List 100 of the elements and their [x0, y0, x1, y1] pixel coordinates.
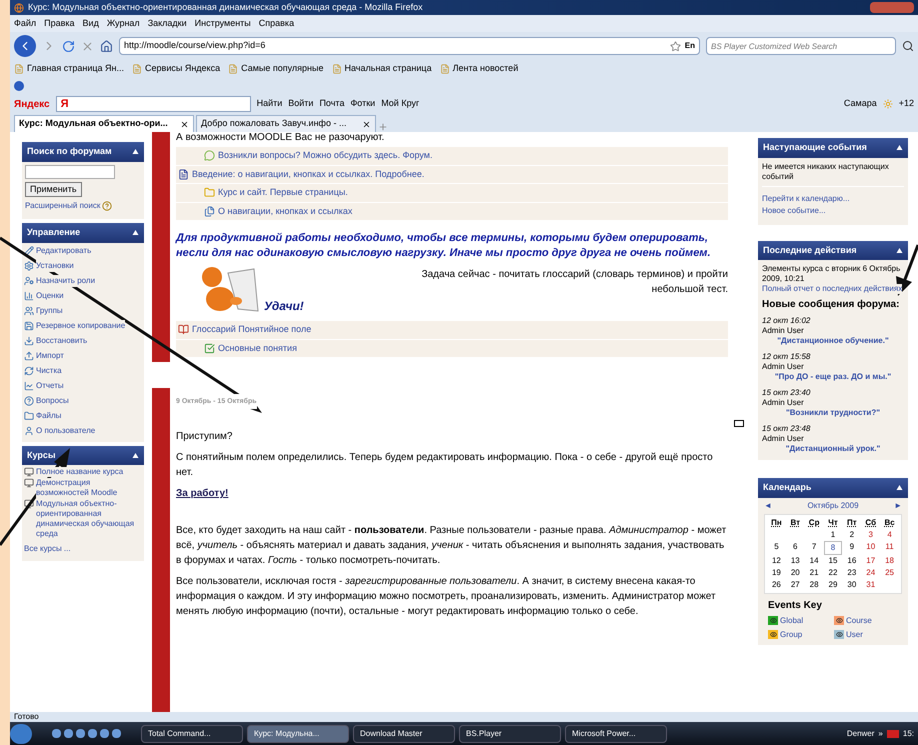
collapse-icon[interactable]	[896, 484, 903, 492]
menu-item[interactable]: Инструменты	[194, 16, 251, 30]
reload-icon[interactable]	[62, 40, 75, 52]
taskbar-button[interactable]: BS.Player	[459, 724, 561, 742]
calendar-day[interactable]: 14	[804, 554, 824, 566]
toolbar-button[interactable]: Фотки	[350, 97, 376, 111]
calendar-day[interactable]: 20	[786, 566, 805, 578]
calendar-day[interactable]: 31	[861, 578, 880, 590]
collapse-icon[interactable]	[132, 229, 139, 236]
activity-link[interactable]: Курс и сайт. Первые страницы.	[218, 186, 348, 200]
admin-link[interactable]: Вопросы	[36, 394, 69, 406]
admin-link[interactable]: Восстановить	[36, 334, 88, 346]
toolbar-button[interactable]: Мой Круг	[381, 97, 420, 111]
bookmark-item[interactable]: Начальная страница	[344, 62, 432, 76]
calendar-day[interactable]: 15	[824, 554, 842, 566]
admin-link[interactable]: Файлы	[36, 410, 62, 422]
search-icon[interactable]	[902, 40, 914, 52]
post-link[interactable]: "Возникли трудности?"	[762, 408, 904, 418]
calendar-day[interactable]: 26	[767, 578, 786, 590]
admin-link[interactable]: Группы	[36, 304, 63, 316]
previous-month-button[interactable]: ◄	[764, 500, 772, 512]
start-work-link[interactable]: За работу!	[176, 486, 228, 501]
calendar-day[interactable]: 10	[861, 540, 880, 554]
toolbar-chevron[interactable]: »	[878, 728, 883, 740]
admin-link[interactable]: О пользователе	[36, 424, 96, 436]
calendar-day[interactable]: 30	[842, 578, 862, 590]
calendar-day[interactable]: 6	[786, 540, 805, 554]
yandex-search-field[interactable]: Я	[56, 96, 251, 112]
calendar-day[interactable]: 29	[824, 578, 842, 590]
bookmark-item[interactable]: Главная страница Ян...	[27, 62, 124, 76]
star-icon[interactable]	[670, 40, 681, 52]
bookmark-item[interactable]: Сервисы Яндекса	[145, 62, 220, 76]
home-icon[interactable]	[100, 40, 113, 52]
activity-link[interactable]: Возникли вопросы? Можно обсудить здесь. Форум.	[218, 149, 432, 162]
calendar-day[interactable]: 28	[804, 578, 824, 590]
toolbar-icon[interactable]	[14, 81, 24, 91]
menu-item[interactable]: Файл	[14, 16, 36, 30]
close-icon[interactable]	[180, 120, 189, 128]
course-link[interactable]: Полное название курса	[36, 467, 124, 477]
search-field[interactable]: BS Player Customized Web Search	[706, 37, 896, 55]
admin-link[interactable]: Чистка	[36, 364, 62, 376]
calendar-day[interactable]: 18	[880, 554, 899, 566]
calendar-day[interactable]: 9	[842, 540, 862, 554]
calendar-day[interactable]: 24	[861, 566, 880, 578]
admin-link[interactable]: Редактировать	[36, 244, 92, 256]
collapse-icon[interactable]	[896, 144, 903, 152]
admin-link[interactable]: Оценки	[36, 290, 64, 302]
collapse-icon[interactable]	[896, 246, 903, 254]
calendar-day[interactable]: 21	[804, 566, 824, 578]
calendar-link[interactable]: Перейти к календарю...	[762, 192, 904, 204]
calendar-day[interactable]: 13	[786, 554, 805, 566]
next-month-button[interactable]: ►	[894, 500, 902, 512]
calendar-day[interactable]: 1	[824, 528, 842, 540]
admin-link[interactable]: Импорт	[36, 350, 64, 362]
calendar-day[interactable]: 22	[824, 566, 842, 578]
help-icon[interactable]	[102, 201, 112, 211]
calendar-day[interactable]: 5	[767, 540, 786, 554]
close-icon[interactable]	[362, 120, 371, 128]
post-link[interactable]: "Дистанционное обучение."	[762, 336, 904, 346]
collapse-icon[interactable]	[132, 148, 139, 156]
post-link[interactable]: "Про ДО - еще раз. ДО и мы."	[762, 372, 904, 382]
activity-link[interactable]: О навигации, кнопках и ссылках	[218, 204, 352, 218]
calendar-day[interactable]: 8	[824, 540, 842, 554]
taskbar-button[interactable]: Download Master	[353, 724, 455, 742]
calendar-day[interactable]: 4	[880, 528, 899, 540]
forum-search-field[interactable]	[25, 164, 115, 178]
calendar-day[interactable]: 2	[842, 528, 862, 540]
window-controls-icon[interactable]	[870, 2, 914, 13]
activity-link[interactable]: Введение: о навигации, кнопках и ссылках. Подробнее.	[192, 168, 424, 181]
taskbar-button[interactable]: Total Command...	[141, 724, 243, 742]
admin-link[interactable]: Резервное копирование	[36, 320, 126, 332]
calendar-day[interactable]: 17	[861, 554, 880, 566]
bookmark-item[interactable]: Лента новостей	[452, 62, 518, 76]
bookmark-item[interactable]: Самые популярные	[241, 62, 324, 76]
calendar-day[interactable]: 12	[767, 554, 786, 566]
advanced-search-link[interactable]: Расширенный поиск	[25, 200, 100, 212]
calendar-day[interactable]: 23	[842, 566, 862, 578]
address-field[interactable]: http://moodle/course/view.php?id=6 En	[119, 37, 700, 55]
apply-button[interactable]: Применить	[25, 182, 82, 197]
calendar-day[interactable]: 11	[880, 540, 899, 554]
menu-item[interactable]: Справка	[258, 16, 294, 30]
toolbar-button[interactable]: Войти	[288, 97, 314, 111]
back-button[interactable]	[14, 35, 36, 57]
activity-link[interactable]: Основные понятия	[218, 342, 297, 355]
admin-link[interactable]: Назначить роли	[36, 274, 96, 286]
taskbar-button[interactable]: Microsoft Power...	[565, 724, 667, 742]
menu-item[interactable]: Правка	[44, 16, 75, 30]
browser-tab[interactable]: Курс: Модульная объектно-ори...	[14, 115, 194, 132]
calendar-day[interactable]: 16	[842, 554, 862, 566]
calendar-day[interactable]: 25	[880, 566, 899, 578]
activity-link[interactable]: Глоссарий Понятийное поле	[192, 323, 312, 336]
browser-tab[interactable]: Добро пожаловать Завуч.инфо - ...	[196, 115, 376, 132]
calendar-day[interactable]: 19	[767, 566, 786, 578]
all-courses-link[interactable]: Все курсы ...	[24, 543, 142, 555]
calendar-link[interactable]: Новое событие...	[762, 204, 904, 216]
full-report-link[interactable]: Полный отчет о последних действиях	[762, 284, 902, 294]
menu-item[interactable]: Вид	[82, 16, 99, 30]
menu-item[interactable]: Журнал	[106, 16, 140, 30]
post-link[interactable]: "Дистанционный урок."	[762, 444, 904, 454]
calendar-day[interactable]: 27	[786, 578, 805, 590]
